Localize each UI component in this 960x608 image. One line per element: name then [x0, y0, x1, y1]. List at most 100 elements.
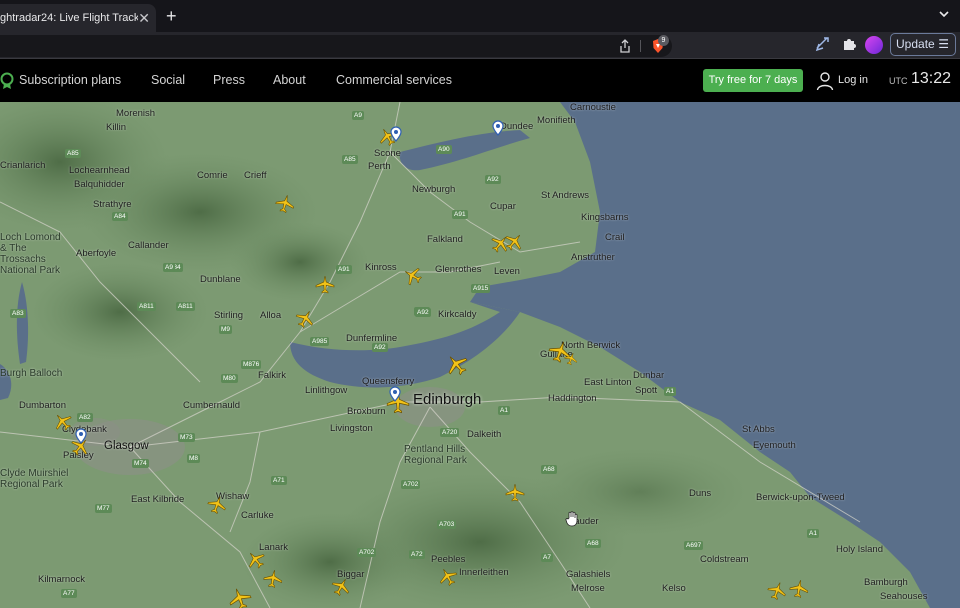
address-bar[interactable]: 9 — [0, 35, 672, 57]
place-label-lochearnhead: Lochearnhead — [69, 165, 130, 176]
nav-press[interactable]: Press — [213, 73, 245, 87]
road-shield-a1: A1 — [664, 387, 676, 396]
road-shield-a9: A9 — [163, 263, 175, 272]
place-label-spott: Spott — [635, 385, 658, 396]
road-shield-m80: M80 — [221, 374, 238, 383]
place-label-aberfoyle: Aberfoyle — [76, 248, 117, 259]
road-shield-a85: A85 — [65, 149, 81, 158]
road-shield-a720: A720 — [440, 428, 460, 437]
road-shield-a92: A92 — [372, 343, 388, 352]
road-shield-m73: M73 — [178, 433, 195, 442]
nav-about[interactable]: About — [273, 73, 306, 87]
road-shield-a71: A71 — [271, 476, 287, 485]
place-label-leven: Leven — [494, 266, 520, 277]
place-label-eyemouth: Eyemouth — [753, 440, 796, 451]
browser-tab[interactable]: ghtradar24: Live Flight Tracke ✕ — [0, 4, 156, 32]
place-label-perth: Perth — [368, 161, 391, 172]
road-shield-a92: A92 — [415, 308, 431, 317]
place-label-balquhidder: Balquhidder — [74, 179, 125, 190]
road-shield-a703: A703 — [437, 520, 457, 529]
place-label-glasgow: Glasgow — [104, 440, 149, 452]
place-label-crieff: Crieff — [244, 170, 267, 181]
road-shield-a72: A72 — [409, 550, 425, 559]
close-tab-icon[interactable]: ✕ — [138, 4, 150, 32]
road-shield-a9: A9 — [352, 111, 364, 120]
new-tab-button[interactable]: + — [166, 5, 177, 27]
place-label-alloa: Alloa — [260, 310, 282, 321]
place-label-east-kilbride: East Kilbride — [131, 494, 185, 505]
road-shield-m876: M876 — [241, 360, 262, 369]
login-link[interactable]: Log in — [838, 74, 868, 86]
region-label-clyde-muirshiel-regional-park: Clyde Muirshiel Regional Park — [0, 468, 69, 490]
road-shield-a1: A1 — [498, 406, 510, 415]
try-free-button[interactable]: Try free for 7 days — [703, 69, 803, 92]
road-shield-m9: M9 — [219, 325, 233, 334]
chevron-down-icon[interactable] — [938, 8, 950, 20]
profile-avatar[interactable] — [865, 36, 883, 54]
road-shield-a811: A811 — [137, 302, 156, 311]
site-navigation: Subscription plans Social Press About Co… — [0, 59, 960, 102]
road-shield-a697: A697 — [684, 541, 704, 550]
airport-pin-icon[interactable] — [389, 386, 401, 402]
aircraft-icon[interactable] — [315, 275, 335, 295]
place-label-seahouses: Seahouses — [880, 591, 928, 602]
puzzle-extensions-icon[interactable] — [841, 36, 857, 52]
nav-social[interactable]: Social — [151, 73, 185, 87]
place-label-haddington: Haddington — [548, 393, 597, 404]
place-label-coldstream: Coldstream — [700, 554, 749, 565]
flight-map[interactable]: Morenish Killin Crianlarich Lochearnhead Bal… — [0, 102, 960, 608]
place-label-comrie: Comrie — [197, 170, 228, 181]
place-label-morenish: Morenish — [116, 108, 156, 119]
place-label-broxburn: Broxburn — [347, 406, 386, 417]
tab-title: ghtradar24: Live Flight Tracke — [0, 12, 138, 24]
road-shield-a83: A83 — [10, 309, 26, 318]
road-shield-a68: A68 — [541, 465, 557, 474]
subscription-badge-icon — [0, 72, 14, 89]
road-shield-a985: A985 — [310, 337, 330, 346]
road-shield-a811: A811 — [176, 302, 195, 311]
place-label-glenrothes: Glenrothes — [435, 264, 482, 275]
place-label-lanark: Lanark — [259, 542, 289, 553]
road-shield-a85: A85 — [342, 155, 358, 164]
nav-subscription-plans[interactable]: Subscription plans — [19, 73, 121, 87]
place-label-strathyre: Strathyre — [93, 199, 132, 210]
aircraft-icon[interactable] — [261, 567, 284, 590]
road-shield-m8: M8 — [187, 454, 201, 463]
place-label-livingston: Livingston — [330, 423, 373, 434]
road-shield-a92: A92 — [485, 175, 501, 184]
road-shield-a702: A702 — [401, 480, 421, 489]
road-shield-m74: M74 — [132, 459, 149, 468]
place-label-crail: Crail — [605, 232, 625, 243]
utc-clock: 13:22 — [911, 70, 952, 87]
place-label-dunblane: Dunblane — [200, 274, 241, 285]
region-label-loch-lomond-the-trossachs-national-park: Loch Lomond & The Trossachs National Par… — [0, 232, 61, 276]
road-shield-a91: A91 — [336, 265, 352, 274]
aircraft-icon[interactable] — [505, 483, 525, 503]
place-label-edinburgh: Edinburgh — [413, 391, 482, 408]
place-label-falkirk: Falkirk — [258, 370, 286, 381]
place-label-kilmarnock: Kilmarnock — [38, 574, 85, 585]
airport-pin-icon[interactable] — [390, 126, 402, 142]
road-shield-a1: A1 — [807, 529, 819, 538]
region-label-burgh-balloch: Burgh Balloch — [0, 368, 63, 379]
browser-toolbar: 9 Update ☰ — [0, 32, 960, 59]
place-label-galashiels: Galashiels — [566, 569, 611, 580]
place-label-linlithgow: Linlithgow — [305, 385, 348, 396]
address-separator — [640, 40, 641, 52]
menu-icon[interactable]: ☰ — [938, 34, 949, 55]
share-icon[interactable] — [618, 39, 632, 53]
update-button[interactable]: Update ☰ — [890, 33, 956, 56]
airport-pin-icon[interactable] — [492, 120, 504, 136]
user-icon[interactable] — [816, 71, 834, 91]
flight-extension-icon[interactable] — [815, 36, 831, 52]
airport-pin-icon[interactable] — [75, 428, 87, 444]
aircraft-icon[interactable] — [787, 577, 810, 600]
place-label-berwick-upon-tweed: Berwick-upon-Tweed — [756, 492, 845, 503]
place-label-crianlarich: Crianlarich — [0, 160, 46, 171]
place-label-peebles: Peebles — [431, 554, 466, 565]
place-label-carluke: Carluke — [241, 510, 274, 521]
place-label-melrose: Melrose — [571, 583, 605, 594]
nav-commercial-services[interactable]: Commercial services — [336, 73, 452, 87]
place-label-scone: Scone — [374, 148, 401, 159]
road-shield-a77: A77 — [61, 589, 77, 598]
